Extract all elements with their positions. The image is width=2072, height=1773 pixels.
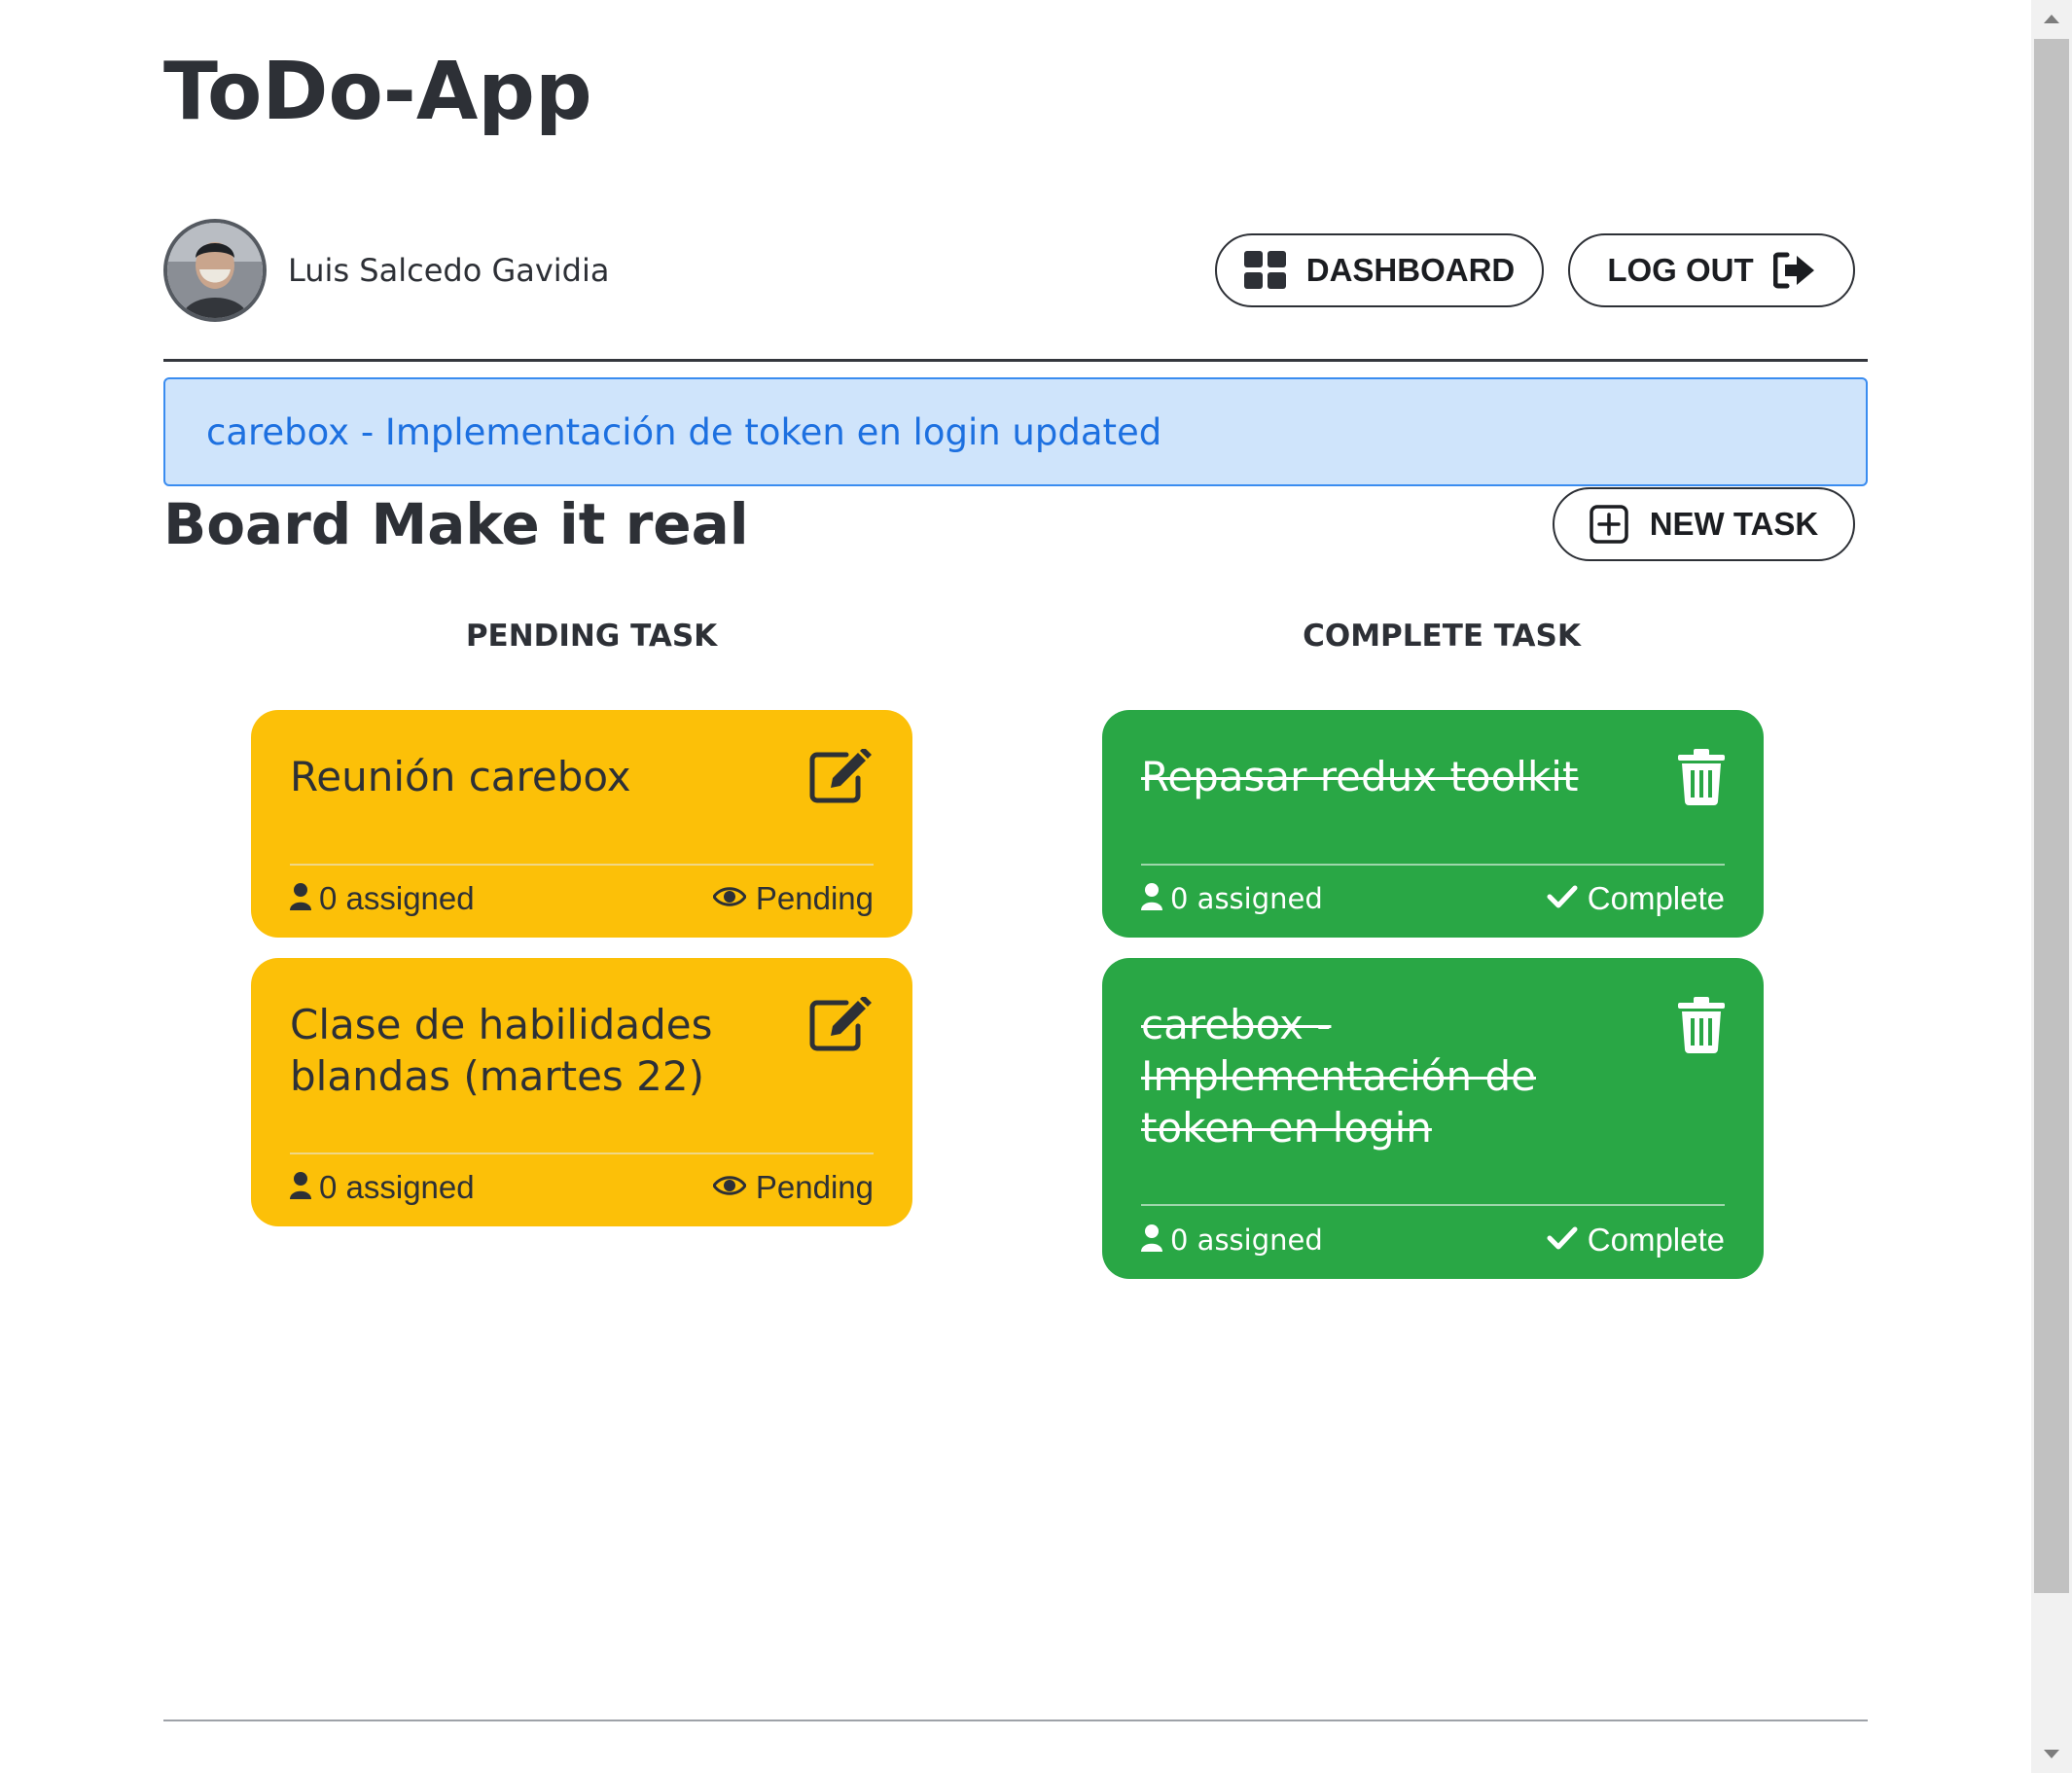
page: ToDo-App Luis Salcedo Gavidia DASHBOARD xyxy=(0,0,2031,1773)
eye-icon xyxy=(712,1174,747,1201)
footer-divider xyxy=(163,1720,1868,1721)
new-task-button[interactable]: NEW TASK xyxy=(1553,487,1855,561)
trash-icon xyxy=(1678,749,1725,807)
logout-button[interactable]: LOG OUT xyxy=(1568,233,1855,307)
avatar xyxy=(163,219,267,322)
task-status: Pending xyxy=(755,880,874,916)
complete-task-card[interactable]: carebox - Implementación de token en log… xyxy=(1102,958,1764,1279)
triangle-down-icon xyxy=(2043,1746,2060,1764)
triangle-up-icon xyxy=(2043,10,2060,28)
assigned-count: 0 assigned xyxy=(1170,882,1323,915)
header-divider xyxy=(163,359,1868,362)
scroll-up-button[interactable] xyxy=(2031,0,2072,37)
edit-icon xyxy=(809,995,874,1055)
delete-task-button[interactable] xyxy=(1661,749,1725,807)
app-title: ToDo-App xyxy=(163,46,592,138)
user-icon xyxy=(290,883,311,914)
user-icon xyxy=(1141,1224,1162,1256)
logout-label: LOG OUT xyxy=(1607,252,1754,288)
delete-task-button[interactable] xyxy=(1661,997,1725,1055)
trash-icon xyxy=(1678,997,1725,1055)
task-title: Clase de habilidades blandas (martes 22) xyxy=(290,1001,713,1100)
complete-column-title: COMPLETE TASK xyxy=(1303,619,1581,654)
plus-square-icon xyxy=(1589,505,1628,544)
task-status: Complete xyxy=(1587,880,1725,916)
task-title: carebox - Implementación de token en log… xyxy=(1141,1001,1536,1152)
grid-icon xyxy=(1243,251,1287,290)
complete-task-card[interactable]: Repasar redux toolkit 0 assigned Complet… xyxy=(1102,710,1764,938)
pending-task-card[interactable]: Clase de habilidades blandas (martes 22)… xyxy=(251,958,912,1226)
sign-out-icon xyxy=(1772,252,1816,289)
pending-column-title: PENDING TASK xyxy=(465,619,718,654)
alert-message: carebox - Implementación de token en log… xyxy=(206,410,1162,453)
update-alert: carebox - Implementación de token en log… xyxy=(163,377,1868,486)
assigned-count: 0 assigned xyxy=(319,1169,475,1205)
user-profile: Luis Salcedo Gavidia xyxy=(163,216,609,325)
eye-icon xyxy=(712,885,747,912)
assigned-count: 0 assigned xyxy=(1170,1223,1323,1257)
user-icon xyxy=(1141,883,1162,914)
scroll-down-button[interactable] xyxy=(2031,1736,2072,1773)
new-task-label: NEW TASK xyxy=(1649,506,1819,542)
edit-task-button[interactable] xyxy=(809,747,874,807)
edit-task-button[interactable] xyxy=(809,995,874,1055)
check-icon xyxy=(1547,884,1578,913)
vertical-scrollbar[interactable] xyxy=(2031,0,2072,1773)
task-status: Complete xyxy=(1587,1222,1725,1258)
pending-task-card[interactable]: Reunión carebox 0 assigned Pending xyxy=(251,710,912,938)
scrollbar-thumb[interactable] xyxy=(2034,39,2069,1593)
task-title: Repasar redux toolkit xyxy=(1141,753,1579,800)
board-title: Board Make it real xyxy=(163,491,749,557)
user-name: Luis Salcedo Gavidia xyxy=(288,252,610,289)
check-icon xyxy=(1547,1225,1578,1255)
dashboard-label: DASHBOARD xyxy=(1305,252,1516,288)
task-title: Reunión carebox xyxy=(290,753,631,800)
task-status: Pending xyxy=(755,1169,874,1205)
assigned-count: 0 assigned xyxy=(319,880,475,916)
dashboard-button[interactable]: DASHBOARD xyxy=(1215,233,1544,307)
edit-icon xyxy=(809,747,874,807)
user-icon xyxy=(290,1172,311,1203)
